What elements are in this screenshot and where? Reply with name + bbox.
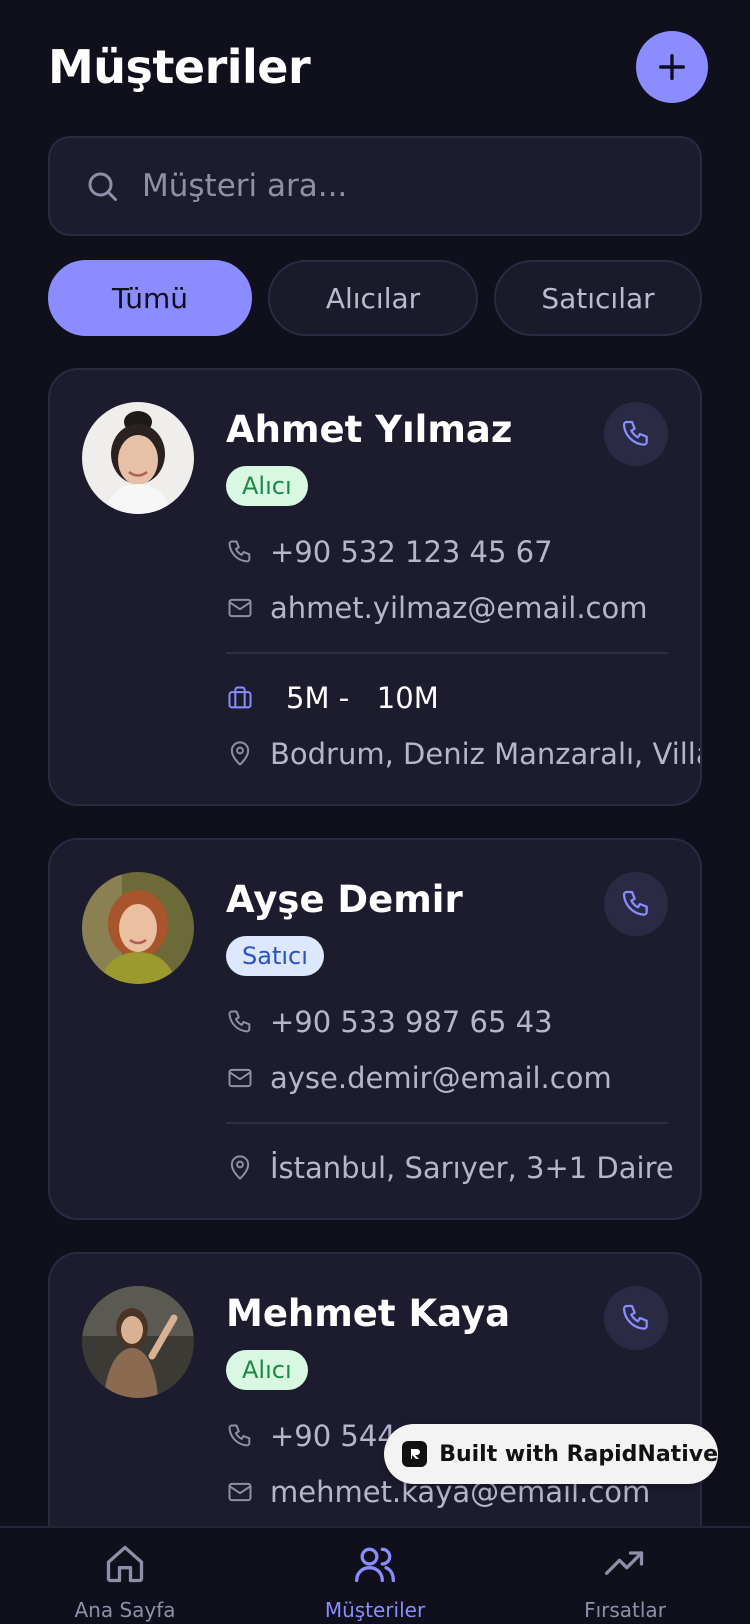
- mail-icon: [228, 1482, 252, 1502]
- mail-icon: [228, 598, 252, 618]
- phone-icon: [228, 1010, 251, 1033]
- map-pin-icon: [230, 741, 250, 766]
- plus-icon: [658, 53, 686, 81]
- mail-icon: [228, 1068, 252, 1088]
- avatar: [82, 1286, 194, 1398]
- bottom-tab-bar: Ana Sayfa Müşteriler Fırsatlar: [0, 1526, 750, 1624]
- filter-chip-buyers[interactable]: Alıcılar: [268, 260, 478, 336]
- phone-icon: [622, 1304, 648, 1330]
- home-icon: [106, 1545, 144, 1583]
- customer-type-badge: Alıcı: [226, 1350, 308, 1390]
- tab-opportunities-label: Fırsatlar: [584, 1598, 666, 1622]
- call-button[interactable]: [604, 872, 668, 936]
- phone-number: +90 533 987 65 43: [270, 1005, 553, 1039]
- budget-row: 5M - 10M: [226, 678, 668, 718]
- budget-range: 5M - 10M: [286, 681, 439, 715]
- add-customer-button[interactable]: [636, 31, 708, 103]
- phone-row[interactable]: +90 533 987 65 43: [226, 1002, 668, 1042]
- phone-icon: [228, 1424, 251, 1447]
- email-row[interactable]: ayse.demir@email.com: [226, 1058, 668, 1098]
- call-button[interactable]: [604, 402, 668, 466]
- customer-name: Mehmet Kaya: [226, 1292, 511, 1335]
- phone-icon: [228, 540, 251, 563]
- avatar: [82, 402, 194, 514]
- search-input[interactable]: [142, 168, 662, 204]
- customer-card[interactable]: Ahmet Yılmaz Alıcı +90 532 123 45 67 ahm…: [48, 368, 702, 806]
- customer-name: Ayşe Demir: [226, 878, 463, 921]
- phone-row[interactable]: +90 532 123 45 67: [226, 532, 668, 572]
- tab-home-label: Ana Sayfa: [74, 1598, 176, 1622]
- filter-chip-sellers[interactable]: Satıcılar: [494, 260, 702, 336]
- trending-up-icon: [605, 1551, 644, 1575]
- customer-name: Ahmet Yılmaz: [226, 408, 513, 451]
- email-row[interactable]: ahmet.yilmaz@email.com: [226, 588, 668, 628]
- users-icon: [355, 1547, 395, 1583]
- tab-opportunities[interactable]: Fırsatlar: [500, 1528, 750, 1624]
- customer-card[interactable]: Ayşe Demir Satıcı +90 533 987 65 43 ayse…: [48, 838, 702, 1220]
- location-text: Bodrum, Deniz Manzaralı, Villa: [270, 737, 702, 771]
- filter-chips: Tümü Alıcılar Satıcılar: [48, 260, 702, 336]
- divider: [226, 652, 668, 654]
- page-title: Müşteriler: [48, 40, 311, 94]
- email-address: ahmet.yilmaz@email.com: [270, 591, 648, 625]
- customer-type-badge: Satıcı: [226, 936, 324, 976]
- briefcase-icon: [228, 686, 252, 709]
- search-icon: [88, 172, 117, 201]
- tab-customers[interactable]: Müşteriler: [250, 1528, 500, 1624]
- divider: [226, 1122, 668, 1124]
- tab-home[interactable]: Ana Sayfa: [0, 1528, 250, 1624]
- phone-icon: [622, 420, 648, 446]
- built-with-badge[interactable]: Built with RapidNative: [384, 1424, 718, 1484]
- call-button[interactable]: [604, 1286, 668, 1350]
- built-with-label: Built with RapidNative: [439, 1441, 718, 1467]
- filter-chip-all[interactable]: Tümü: [48, 260, 252, 336]
- email-address: ayse.demir@email.com: [270, 1061, 612, 1095]
- location-row: İstanbul, Sarıyer, 3+1 Daire: [226, 1148, 674, 1188]
- map-pin-icon: [230, 1155, 250, 1180]
- location-row: Bodrum, Deniz Manzaralı, Villa: [226, 734, 700, 774]
- phone-number: +90 532 123 45 67: [270, 535, 553, 569]
- page-header: Müşteriler: [48, 30, 708, 104]
- search-bar: [48, 136, 702, 236]
- rapidnative-logo-icon: [402, 1441, 428, 1467]
- customer-type-badge: Alıcı: [226, 466, 308, 506]
- location-text: İstanbul, Sarıyer, 3+1 Daire: [270, 1151, 674, 1185]
- avatar: [82, 872, 194, 984]
- tab-customers-label: Müşteriler: [324, 1598, 426, 1622]
- phone-icon: [622, 890, 648, 916]
